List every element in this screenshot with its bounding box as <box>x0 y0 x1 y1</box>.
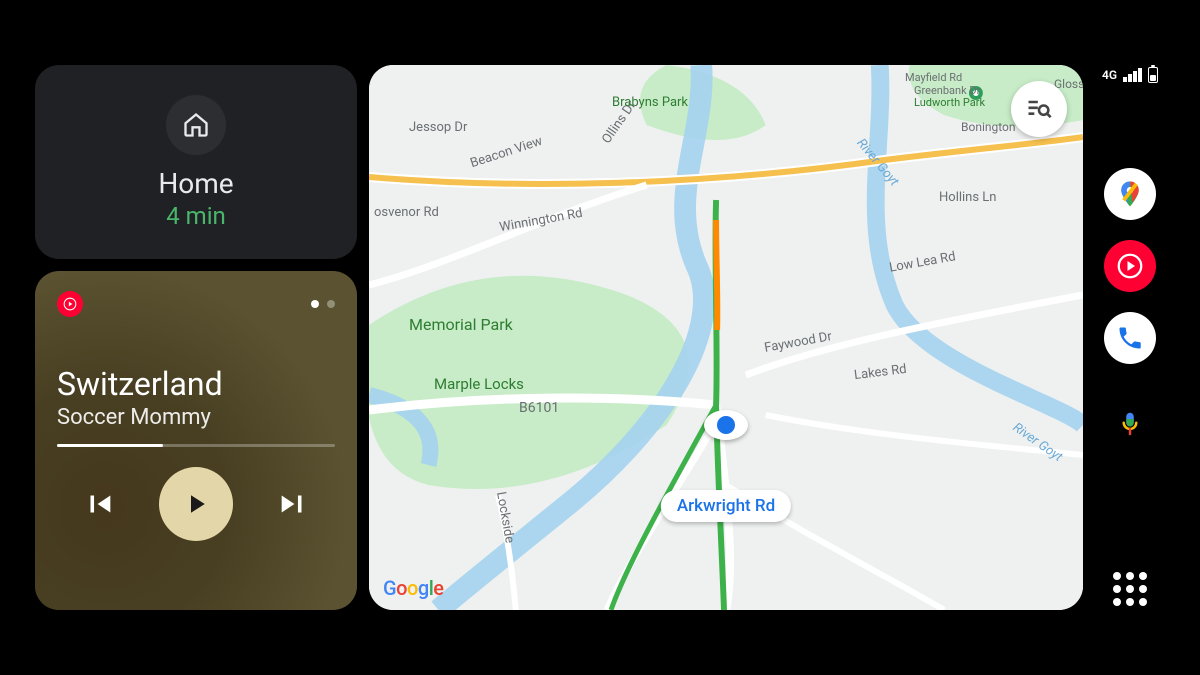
network-label: 4G <box>1102 68 1117 82</box>
card-pager[interactable] <box>311 300 335 308</box>
battery-icon <box>1148 67 1158 83</box>
status-bar: 4G <box>1102 67 1158 83</box>
next-track-button[interactable] <box>273 484 313 524</box>
track-title: Switzerland <box>57 365 335 403</box>
media-card[interactable]: Switzerland Soccer Mommy <box>35 271 357 610</box>
app-launcher-button[interactable] <box>1113 572 1147 606</box>
previous-track-button[interactable] <box>79 484 119 524</box>
play-button[interactable] <box>159 467 233 541</box>
phone-app-button[interactable] <box>1104 312 1156 364</box>
current-location-marker <box>704 410 748 440</box>
nav-destination-label: Home <box>158 167 233 200</box>
map-view[interactable]: osvenor Rd Jessop Dr Beacon View Winning… <box>369 65 1083 610</box>
youtube-music-app-button[interactable] <box>1104 240 1156 292</box>
pager-dot-1[interactable] <box>311 300 319 308</box>
home-icon <box>166 95 226 155</box>
google-maps-app-button[interactable] <box>1104 168 1156 220</box>
left-panel: Home 4 min Switzerland Soccer Mommy <box>35 65 357 610</box>
playback-progress[interactable] <box>57 444 335 447</box>
playback-progress-fill <box>57 444 163 447</box>
current-street-chip[interactable]: Arkwright Rd <box>661 490 791 522</box>
nav-eta: 4 min <box>166 202 226 230</box>
pager-dot-2[interactable] <box>327 300 335 308</box>
signal-icon <box>1123 68 1142 82</box>
youtube-music-icon <box>57 291 83 317</box>
assistant-mic-button[interactable] <box>1110 404 1150 444</box>
navigation-suggestion-card[interactable]: Home 4 min <box>35 65 357 259</box>
map-canvas <box>369 65 1083 610</box>
track-artist: Soccer Mommy <box>57 405 335 430</box>
google-attribution: Google <box>383 576 444 600</box>
system-rail: 4G <box>1095 65 1165 610</box>
map-search-button[interactable] <box>1011 81 1067 137</box>
